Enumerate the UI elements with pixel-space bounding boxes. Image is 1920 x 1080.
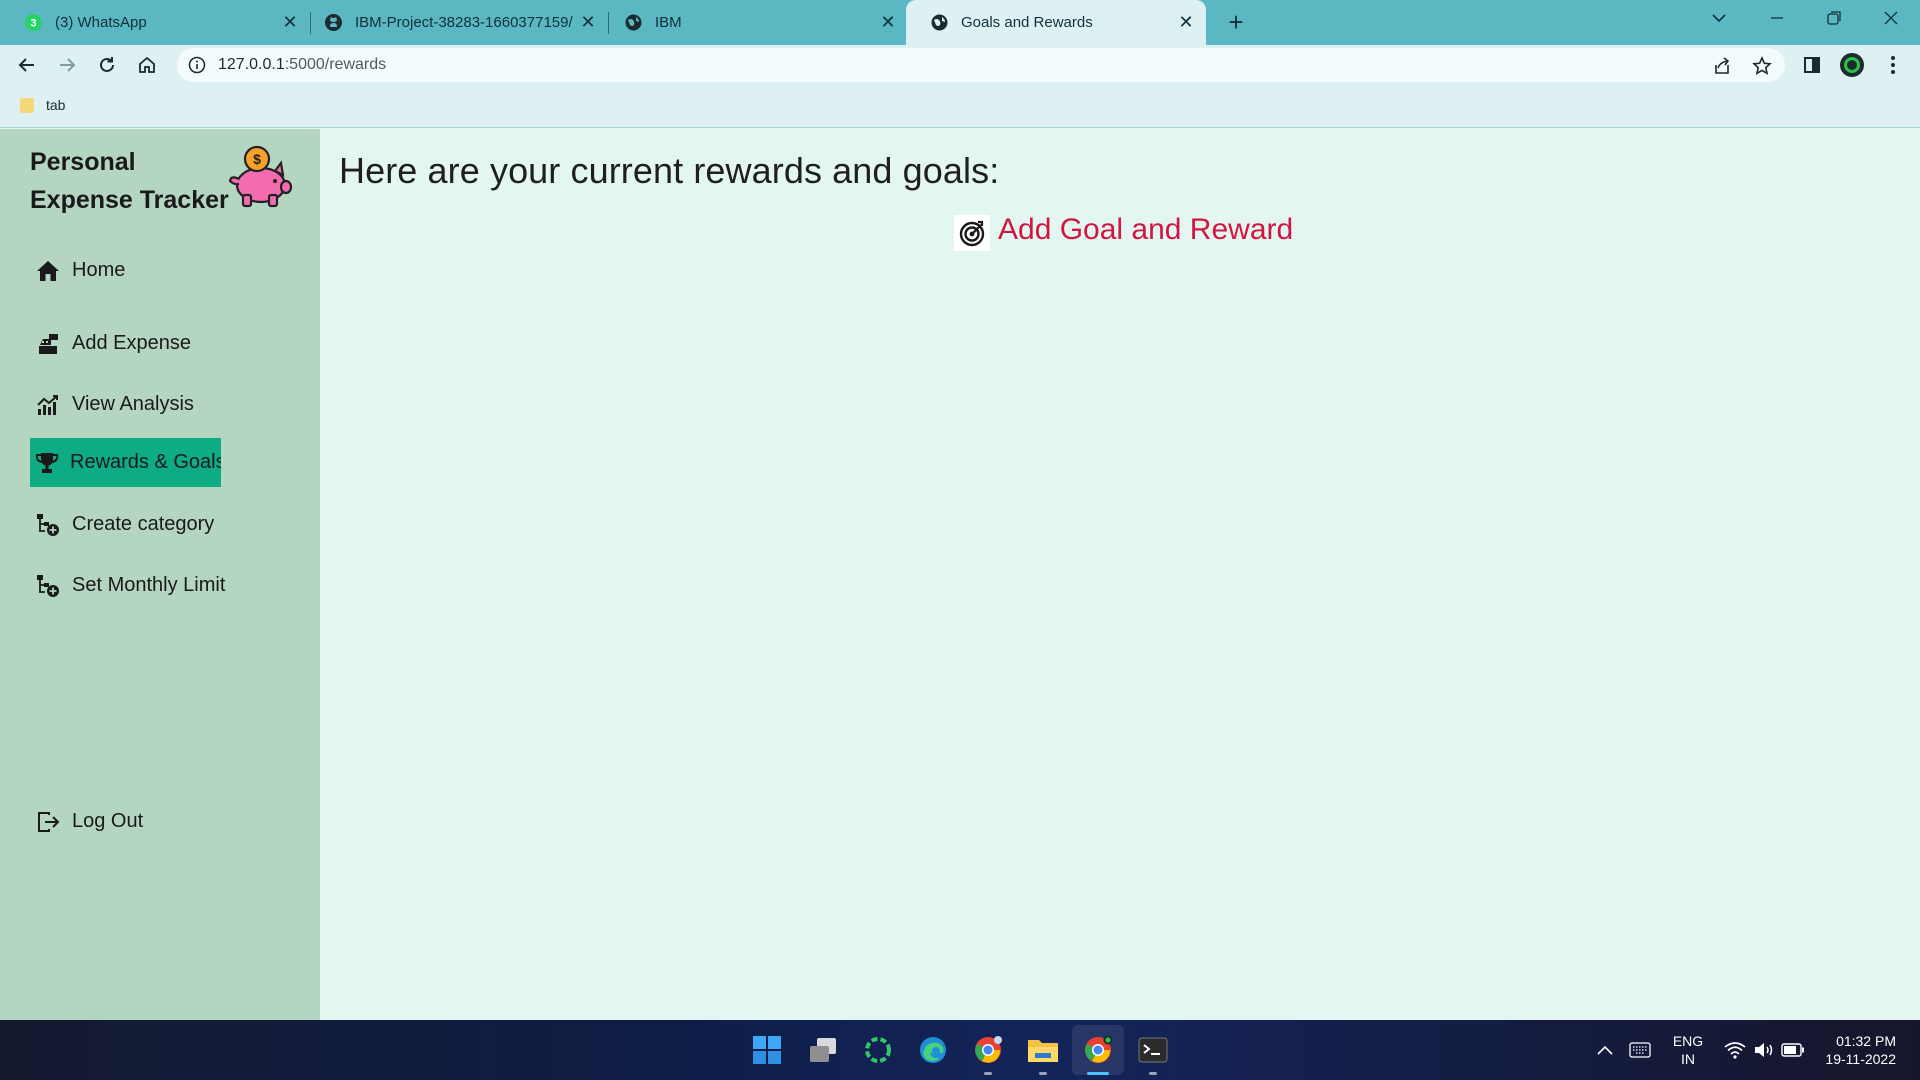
region-code: IN [1681, 1051, 1695, 1067]
reload-icon[interactable] [92, 50, 122, 80]
browser-tab-bar: 3 (3) WhatsApp ✕ IBM-Project-38283-16603… [0, 0, 1920, 45]
address-bar[interactable]: 127.0.0.1:5000/rewards [177, 48, 1785, 82]
close-tab-icon[interactable]: ✕ [280, 12, 300, 32]
chart-icon [35, 393, 61, 417]
trophy-icon [35, 451, 59, 475]
sidebar-item-label: Add Expense [72, 332, 191, 354]
bookmark-star-icon[interactable] [1751, 55, 1773, 77]
brand-title: Personal Expense Tracker [30, 143, 230, 219]
piggy-bank-logo: $ [225, 143, 293, 209]
sidebar-item-label: Home [72, 259, 126, 281]
bookmarks-bar: tab [0, 85, 1920, 128]
logout-label: Log Out [72, 810, 144, 832]
whatsapp-icon: 3 [24, 13, 43, 32]
sidebar-item-home[interactable]: Home [30, 246, 127, 295]
add-goal-reward-label: Add Goal and Reward [998, 213, 1294, 246]
sidebar-item-label: Rewards & Goals [70, 451, 221, 473]
bookmark-label: tab [46, 97, 66, 113]
side-panel-icon[interactable] [1797, 50, 1827, 80]
terminal-icon[interactable] [1136, 1033, 1170, 1067]
tab-whatsapp[interactable]: 3 (3) WhatsApp ✕ [0, 0, 300, 45]
forward-icon[interactable] [52, 50, 82, 80]
site-info-icon[interactable] [188, 56, 206, 74]
edge-icon[interactable] [916, 1033, 950, 1067]
svg-text:$: $ [253, 151, 261, 167]
restore-icon[interactable] [1819, 6, 1849, 36]
tab-title: Goals and Rewards [961, 14, 1093, 31]
clock-date: 19-11-2022 [1825, 1051, 1896, 1067]
browser-toolbar: 127.0.0.1:5000/rewards [0, 45, 1920, 85]
tab-title: IBM [655, 14, 682, 31]
new-tab-button[interactable]: + [1222, 8, 1250, 36]
clock-time: 01:32 PM [1836, 1033, 1896, 1049]
tab-title: IBM-Project-38283-1660377159/ [355, 14, 573, 31]
target-icon [954, 215, 990, 251]
whatsapp-badge: 3 [30, 18, 36, 30]
close-tab-icon[interactable]: ✕ [578, 12, 598, 32]
tab-goals-and-rewards[interactable]: Goals and Rewards ✕ [906, 0, 1206, 45]
close-tab-icon[interactable]: ✕ [878, 12, 898, 32]
home-icon[interactable] [132, 50, 162, 80]
brand-line-1: Personal [30, 148, 136, 176]
logout-button[interactable]: Log Out [30, 797, 145, 846]
sidebar-item-label: Set Monthly Limit [72, 574, 226, 596]
profile-avatar[interactable] [1837, 50, 1867, 80]
back-icon[interactable] [12, 50, 42, 80]
close-window-icon[interactable] [1876, 6, 1906, 36]
language-code: ENG [1672, 1033, 1704, 1049]
more-menu-icon[interactable] [1878, 50, 1908, 80]
system-clock[interactable]: 01:32 PM 19-11-2022 [1816, 1032, 1896, 1068]
windows-taskbar: ENG IN 01:32 PM 19-11-2022 [0, 1020, 1920, 1080]
url-path: :5000/rewards [284, 56, 387, 73]
tab-title: (3) WhatsApp [55, 14, 147, 31]
add-goal-reward-link[interactable]: Add Goal and Reward [954, 209, 1293, 251]
main-content: Here are your current rewards and goals:… [320, 129, 1920, 1020]
url-host: 127.0.0.1 [218, 56, 285, 73]
share-icon[interactable] [1711, 55, 1733, 77]
sidebar-item-view-analysis[interactable]: View Analysis [30, 380, 196, 429]
category-icon [35, 574, 61, 598]
tab-github[interactable]: IBM-Project-38283-1660377159/ ✕ [300, 0, 600, 45]
chrome-icon[interactable] [1081, 1033, 1115, 1067]
logout-icon [35, 810, 61, 834]
running-indicator [1039, 1072, 1047, 1075]
sidebar-item-create-category[interactable]: Create category [30, 500, 216, 549]
globe-icon [930, 13, 949, 32]
active-indicator [1087, 1072, 1109, 1075]
brand-line-2: Expense Tracker [30, 186, 229, 214]
close-tab-icon[interactable]: ✕ [1176, 12, 1196, 32]
windows-start-icon[interactable] [750, 1033, 784, 1067]
chrome-profile-icon[interactable] [971, 1033, 1005, 1067]
minimize-icon[interactable] [1762, 6, 1792, 36]
bookmark-folder-tab[interactable]: tab [20, 97, 65, 113]
sidebar-item-add-expense[interactable]: Add Expense [30, 319, 193, 368]
sidebar: Personal Expense Tracker $ Home Add Expe… [0, 129, 320, 1020]
file-explorer-icon[interactable] [1026, 1033, 1060, 1067]
globe-icon [624, 13, 643, 32]
tab-search-icon[interactable] [1704, 6, 1734, 36]
running-indicator [1149, 1072, 1157, 1075]
category-icon [35, 513, 61, 537]
page-heading: Here are your current rewards and goals: [339, 150, 1000, 191]
url-text: 127.0.0.1:5000/rewards [218, 56, 386, 74]
sidebar-item-set-monthly-limit[interactable]: Set Monthly Limit [30, 561, 227, 610]
sidebar-item-label: View Analysis [72, 393, 194, 415]
running-indicator [984, 1072, 992, 1075]
home-icon [35, 259, 61, 283]
sync-app-icon[interactable] [861, 1033, 895, 1067]
sidebar-item-rewards-goals[interactable]: Rewards & Goals [30, 438, 221, 487]
folder-icon [20, 97, 34, 113]
cash-register-icon [35, 332, 61, 356]
keyboard-icon[interactable] [1623, 1033, 1657, 1067]
tab-ibm[interactable]: IBM ✕ [600, 0, 900, 45]
battery-icon[interactable] [1776, 1033, 1810, 1067]
chevron-up-icon[interactable] [1588, 1033, 1622, 1067]
github-icon [324, 13, 343, 32]
language-indicator[interactable]: ENG IN [1670, 1032, 1706, 1068]
task-view-icon[interactable] [806, 1033, 840, 1067]
sidebar-item-label: Create category [72, 513, 215, 535]
